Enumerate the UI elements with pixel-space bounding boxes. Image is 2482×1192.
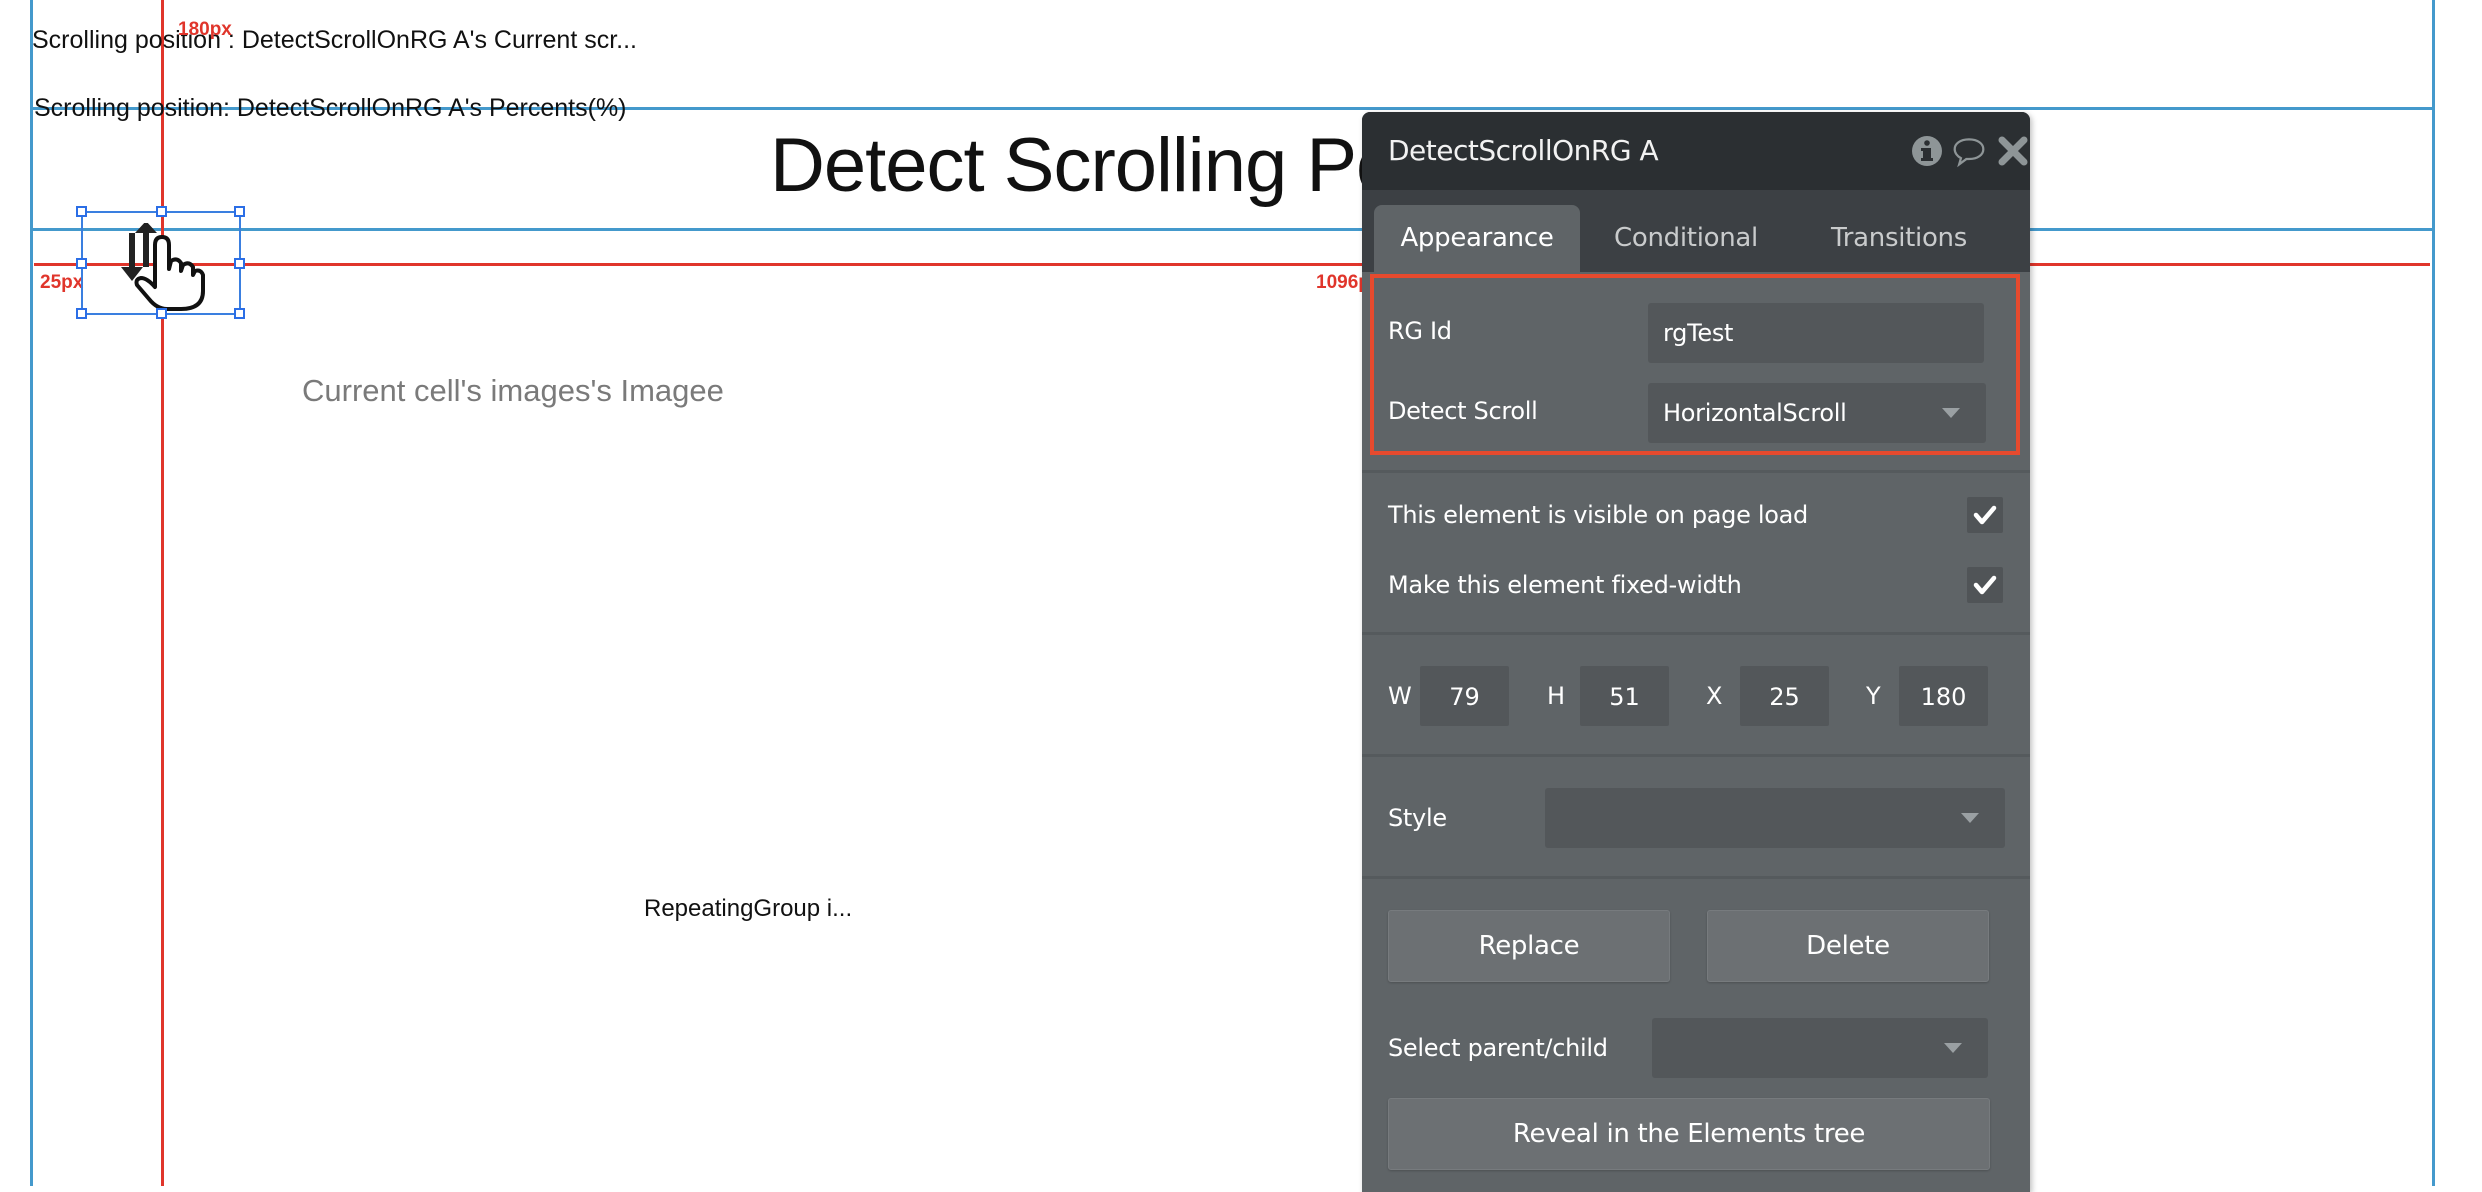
selected-element-box[interactable] — [76, 206, 245, 319]
page-border-left — [30, 0, 33, 1186]
section-divider — [1362, 632, 2030, 635]
property-editor-panel: DetectScrollOnRG A Appearance Conditiona… — [1362, 112, 2030, 1192]
detect-scroll-label: Detect Scroll — [1388, 397, 1538, 425]
element-border-bottom — [31, 228, 2433, 231]
width-input[interactable]: 79 — [1420, 666, 1509, 726]
replace-button[interactable]: Replace — [1388, 910, 1670, 982]
select-parent-dropdown[interactable] — [1652, 1018, 1988, 1078]
info-icon[interactable] — [1910, 134, 1944, 168]
scroll-hand-icon — [121, 223, 205, 311]
scroll-position-text[interactable]: Scrolling position : DetectScrollOnRG A'… — [32, 26, 637, 55]
guide-label-top: 180px — [178, 19, 232, 40]
rg-id-input-box[interactable]: rgTest — [1648, 303, 1984, 363]
section-divider — [1362, 470, 2030, 473]
fixed-width-checkbox[interactable] — [1967, 567, 2003, 603]
repeating-group-label[interactable]: RepeatingGroup i... — [644, 895, 852, 923]
reveal-in-tree-button[interactable]: Reveal in the Elements tree — [1388, 1098, 1990, 1170]
x-input[interactable]: 25 — [1740, 666, 1829, 726]
check-icon — [1973, 575, 1997, 595]
y-label: Y — [1866, 682, 1881, 710]
rg-id-value: rgTest — [1663, 319, 1734, 347]
page-border-right — [2432, 0, 2435, 1186]
panel-tabs: Appearance Conditional Transitions — [1362, 190, 2030, 272]
resize-handle-nw[interactable] — [76, 206, 87, 217]
resize-handle-n[interactable] — [156, 206, 167, 217]
visible-on-load-label: This element is visible on page load — [1388, 501, 1808, 529]
width-label: W — [1388, 682, 1412, 710]
chevron-down-icon — [1961, 813, 1979, 823]
comment-icon[interactable] — [1952, 134, 1986, 168]
page-title[interactable]: Detect Scrolling Pos — [770, 122, 1435, 209]
check-icon — [1973, 505, 1997, 525]
height-input[interactable]: 51 — [1580, 666, 1669, 726]
image-placeholder-text[interactable]: Current cell's images's Imagee — [302, 373, 724, 409]
rg-id-label: RG Id — [1388, 317, 1452, 345]
resize-handle-sw[interactable] — [76, 308, 87, 319]
resize-handle-s[interactable] — [156, 308, 167, 319]
section-divider — [1362, 754, 2030, 757]
style-dropdown[interactable] — [1545, 788, 2005, 848]
visible-on-load-checkbox[interactable] — [1967, 497, 2003, 533]
guide-label-left: 25px — [40, 272, 84, 293]
scroll-percents-text[interactable]: Scrolling position: DetectScrollOnRG A's… — [34, 94, 627, 123]
tab-conditional[interactable]: Conditional — [1586, 205, 1786, 272]
panel-title: DetectScrollOnRG A — [1388, 134, 1659, 167]
style-label: Style — [1388, 804, 1447, 832]
detect-scroll-dropdown[interactable]: HorizontalScroll — [1648, 383, 1986, 443]
fixed-width-label: Make this element fixed-width — [1388, 571, 1742, 599]
select-parent-label: Select parent/child — [1388, 1034, 1608, 1062]
delete-button[interactable]: Delete — [1707, 910, 1989, 982]
resize-handle-w[interactable] — [76, 258, 87, 269]
guide-horizontal — [34, 263, 2430, 266]
chevron-down-icon — [1942, 408, 1960, 418]
height-label: H — [1547, 682, 1566, 710]
section-divider — [1362, 876, 2030, 879]
tab-appearance[interactable]: Appearance — [1374, 205, 1580, 272]
close-icon[interactable] — [1996, 134, 2030, 168]
resize-handle-e[interactable] — [234, 258, 245, 269]
x-label: X — [1706, 682, 1723, 710]
resize-handle-ne[interactable] — [234, 206, 245, 217]
panel-header[interactable]: DetectScrollOnRG A — [1362, 112, 2030, 190]
chevron-down-icon — [1944, 1043, 1962, 1053]
tab-transitions[interactable]: Transitions — [1794, 205, 2004, 272]
y-input[interactable]: 180 — [1899, 666, 1988, 726]
detect-scroll-value: HorizontalScroll — [1663, 399, 1847, 427]
guide-vertical — [161, 0, 164, 1186]
resize-handle-se[interactable] — [234, 308, 245, 319]
